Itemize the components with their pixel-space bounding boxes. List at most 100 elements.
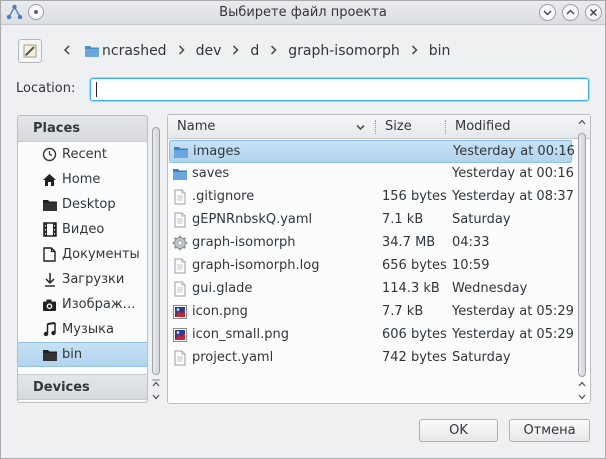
text-file-icon <box>172 258 188 274</box>
cell-size: 156 bytes <box>382 189 447 204</box>
file-list-scrollbar[interactable] <box>576 115 587 405</box>
title-bar[interactable]: Выбирете файл проекта <box>1 1 605 25</box>
sidebar-item-recent[interactable]: Recent <box>18 142 147 167</box>
sidebar-item-label: Загрузки <box>62 272 125 287</box>
download-icon <box>41 272 58 288</box>
edit-path-button[interactable] <box>18 39 42 63</box>
executable-gear-icon <box>172 235 188 251</box>
minimize-button[interactable] <box>539 4 556 21</box>
sidebar-item-home[interactable]: Home <box>18 167 147 192</box>
folder-icon <box>41 347 58 363</box>
triangle-down-icon <box>578 394 585 400</box>
triangle-down-icon <box>152 394 159 400</box>
film-icon <box>41 222 58 238</box>
cell-name: gui.glade <box>192 281 253 296</box>
scroll-down-arrow-icon[interactable] <box>150 393 161 403</box>
sidebar-item-bin[interactable]: bin <box>18 342 147 367</box>
cell-name: project.yaml <box>192 350 274 365</box>
location-label: Location: <box>16 81 76 96</box>
sidebar-item-изображ-[interactable]: Изображ… <box>18 292 147 317</box>
file-list-scrollbar-thumb[interactable] <box>578 133 586 377</box>
sidebar-item-видео[interactable]: Видео <box>18 217 147 242</box>
text-file-icon <box>172 350 188 366</box>
location-input[interactable] <box>90 78 589 101</box>
chevron-left-icon <box>63 44 70 55</box>
sidebar-item-label: Видео <box>62 222 105 237</box>
cell-name: graph-isomorph.log <box>192 258 320 273</box>
sidebar-item-музыка[interactable]: Музыка <box>18 317 147 342</box>
breadcrumb-item-dev[interactable]: dev <box>196 43 222 59</box>
folder-icon <box>85 46 99 57</box>
scroll-up-arrow-icon[interactable] <box>150 380 161 390</box>
places-scrollbar[interactable] <box>150 115 161 405</box>
image-file-icon <box>172 327 188 343</box>
table-row[interactable]: icon_small.png 606 bytes Yesterday at 05:2… <box>169 324 574 347</box>
cell-name: .gitignore <box>192 189 255 204</box>
cell-modified: 04:33 <box>452 235 490 250</box>
maximize-button[interactable] <box>562 4 579 21</box>
table-row[interactable]: gui.glade 114.3 kB Wednesday <box>169 278 572 301</box>
breadcrumb-item-ncrashed[interactable]: ncrashed <box>84 43 167 59</box>
cell-size: 34.7 MB <box>382 235 436 250</box>
table-row[interactable]: project.yaml 742 bytes Saturday <box>169 347 572 370</box>
sidebar-item-label: bin <box>62 347 83 362</box>
table-row[interactable]: .gitignore 156 bytes Yesterday at 08:37 <box>169 186 574 209</box>
table-row[interactable]: graph-isomorph 34.7 MB 04:33 <box>169 232 572 255</box>
file-list-view: Name Size Modified images Yesterday at 00… <box>167 114 591 404</box>
chevron-right-icon <box>233 44 239 55</box>
breadcrumb-item-d[interactable]: d <box>250 43 259 59</box>
column-header-name[interactable]: Name <box>177 119 215 134</box>
file-dialog-window: Выбирете файл проекта ncrashed dev d gra… <box>0 0 606 459</box>
cell-size: 7.7 kB <box>382 304 424 319</box>
table-row[interactable]: images Yesterday at 00:16 <box>169 140 575 163</box>
close-button[interactable] <box>585 4 602 21</box>
pencil-icon <box>23 44 37 58</box>
window-title: Выбирете файл проекта <box>219 5 387 20</box>
desktop-folder-icon <box>41 197 58 213</box>
table-row[interactable]: icon.png 7.7 kB Yesterday at 05:29 <box>169 301 574 324</box>
sort-chevron-down-icon[interactable] <box>356 124 365 131</box>
cell-modified: Yesterday at 00:16 <box>452 166 574 181</box>
cell-name: images <box>193 144 241 159</box>
places-scrollbar-thumb[interactable] <box>152 127 160 375</box>
cell-name: icon_small.png <box>192 327 289 342</box>
sidebar-item-label: Recent <box>62 147 107 162</box>
table-row[interactable]: gEPNRnbskQ.yaml 7.1 kB Saturday <box>169 209 572 232</box>
sidebar-item-документы[interactable]: Документы <box>18 242 147 267</box>
sidebar-item-label: Изображ… <box>62 297 136 312</box>
cancel-button[interactable]: Отмена <box>509 419 590 442</box>
chevron-up-icon <box>566 9 575 15</box>
breadcrumb-back-icon[interactable] <box>63 44 71 59</box>
folder-icon <box>172 166 188 182</box>
sidebar-item-label: Документы <box>62 247 140 262</box>
breadcrumb-item-bin[interactable]: bin <box>429 43 451 59</box>
triangle-up-icon <box>152 381 159 387</box>
ok-button[interactable]: OK <box>419 419 498 442</box>
sidebar-item-label: Музыка <box>62 322 114 337</box>
close-icon <box>590 9 597 16</box>
chevron-down-icon <box>543 10 552 16</box>
column-header-size[interactable]: Size <box>385 119 412 134</box>
table-row[interactable]: graph-isomorph.log 656 bytes 10:59 <box>169 255 572 278</box>
devices-section-header[interactable]: Devices <box>18 374 147 400</box>
scroll-up-arrow-icon[interactable] <box>576 380 587 390</box>
places-section-header: Places <box>18 116 147 142</box>
triangle-up-icon <box>578 119 585 125</box>
cell-name: saves <box>192 166 230 181</box>
column-separator[interactable] <box>375 120 376 134</box>
breadcrumb-separator-icon <box>178 44 185 59</box>
sidebar-item-desktop[interactable]: Desktop <box>18 192 147 217</box>
column-separator[interactable] <box>445 120 446 134</box>
scroll-up-arrow-icon[interactable] <box>576 118 587 128</box>
sidebar-item-загрузки[interactable]: Загрузки <box>18 267 147 292</box>
table-row[interactable]: saves Yesterday at 00:16 <box>169 163 574 186</box>
cell-modified: Yesterday at 05:29 <box>452 327 574 342</box>
places-list: Recent Home Desktop Видео Документы Загрузки И… <box>18 142 147 367</box>
triangle-up-icon <box>578 381 585 387</box>
breadcrumb-item-graph-isomorph[interactable]: graph-isomorph <box>288 43 400 59</box>
image-file-icon <box>172 304 188 320</box>
column-header-modified[interactable]: Modified <box>455 119 510 134</box>
chevron-right-icon <box>178 44 185 55</box>
scroll-down-arrow-icon[interactable] <box>576 393 587 403</box>
cell-modified: Yesterday at 00:16 <box>453 144 575 159</box>
